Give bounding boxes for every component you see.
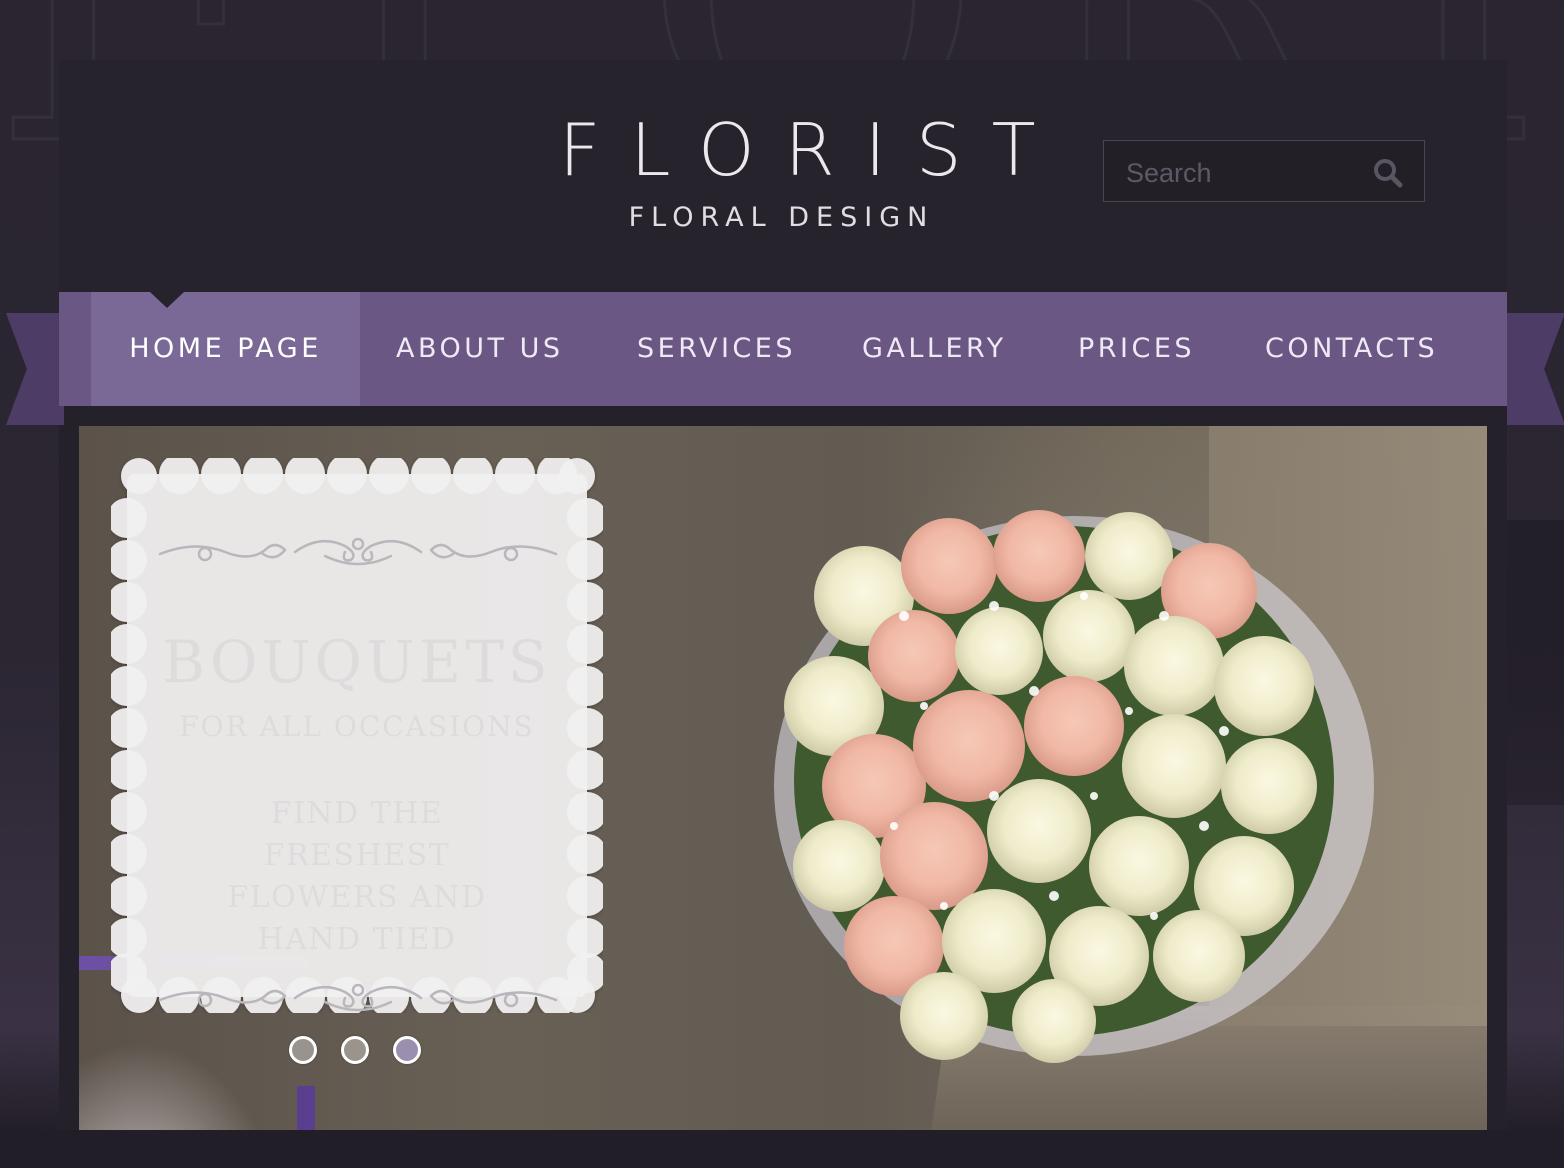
purple-ribbon-end <box>297 1086 315 1130</box>
hero-slider: BOUQUETS FOR ALL OCCASIONS FIND THE FRES… <box>79 426 1487 1130</box>
slider-dot-2[interactable] <box>341 1036 369 1064</box>
logo-title: FLORIST <box>559 108 1066 192</box>
nav-item-gallery[interactable]: GALLERY <box>862 292 1007 406</box>
active-nav-indicator <box>150 292 184 308</box>
nav-item-prices[interactable]: PRICES <box>1078 292 1195 406</box>
slide-title: BOUQUETS <box>162 628 552 696</box>
ornament-bottom <box>158 983 558 1012</box>
slide-caption-card: BOUQUETS FOR ALL OCCASIONS FIND THE FRES… <box>111 458 603 1064</box>
slide-subtitle: FOR ALL OCCASIONS <box>179 710 535 743</box>
nav-item-about-us[interactable]: ABOUT US <box>396 292 564 406</box>
background-shape <box>1507 520 1564 805</box>
slide-description: FIND THE FRESHEST FLOWERS AND HAND TIED <box>227 796 487 957</box>
ornament-top <box>158 537 558 566</box>
slider-dot-3[interactable] <box>393 1036 421 1064</box>
ribbon-tail-right <box>1507 313 1564 425</box>
nav-item-home-page[interactable]: HOME PAGE <box>91 292 360 406</box>
slider-pagination <box>289 1036 449 1076</box>
slider-dot-1[interactable] <box>289 1036 317 1064</box>
rose-bouquet-image <box>774 510 1374 1063</box>
search-box <box>1103 140 1425 202</box>
main-navigation: HOME PAGE ABOUT US SERVICES GALLERY PRIC… <box>59 292 1507 406</box>
nav-item-contacts[interactable]: CONTACTS <box>1265 292 1438 406</box>
logo-subtitle: FLORAL DESIGN <box>628 202 935 233</box>
search-icon[interactable] <box>1372 157 1404 189</box>
ribbon-tail-left <box>6 313 64 425</box>
site-logo[interactable]: FLORIST FLORAL DESIGN <box>529 108 1066 233</box>
nav-item-services[interactable]: SERVICES <box>637 292 796 406</box>
site-header: FLORIST FLORAL DESIGN <box>59 60 1507 292</box>
search-input[interactable] <box>1124 155 1358 191</box>
